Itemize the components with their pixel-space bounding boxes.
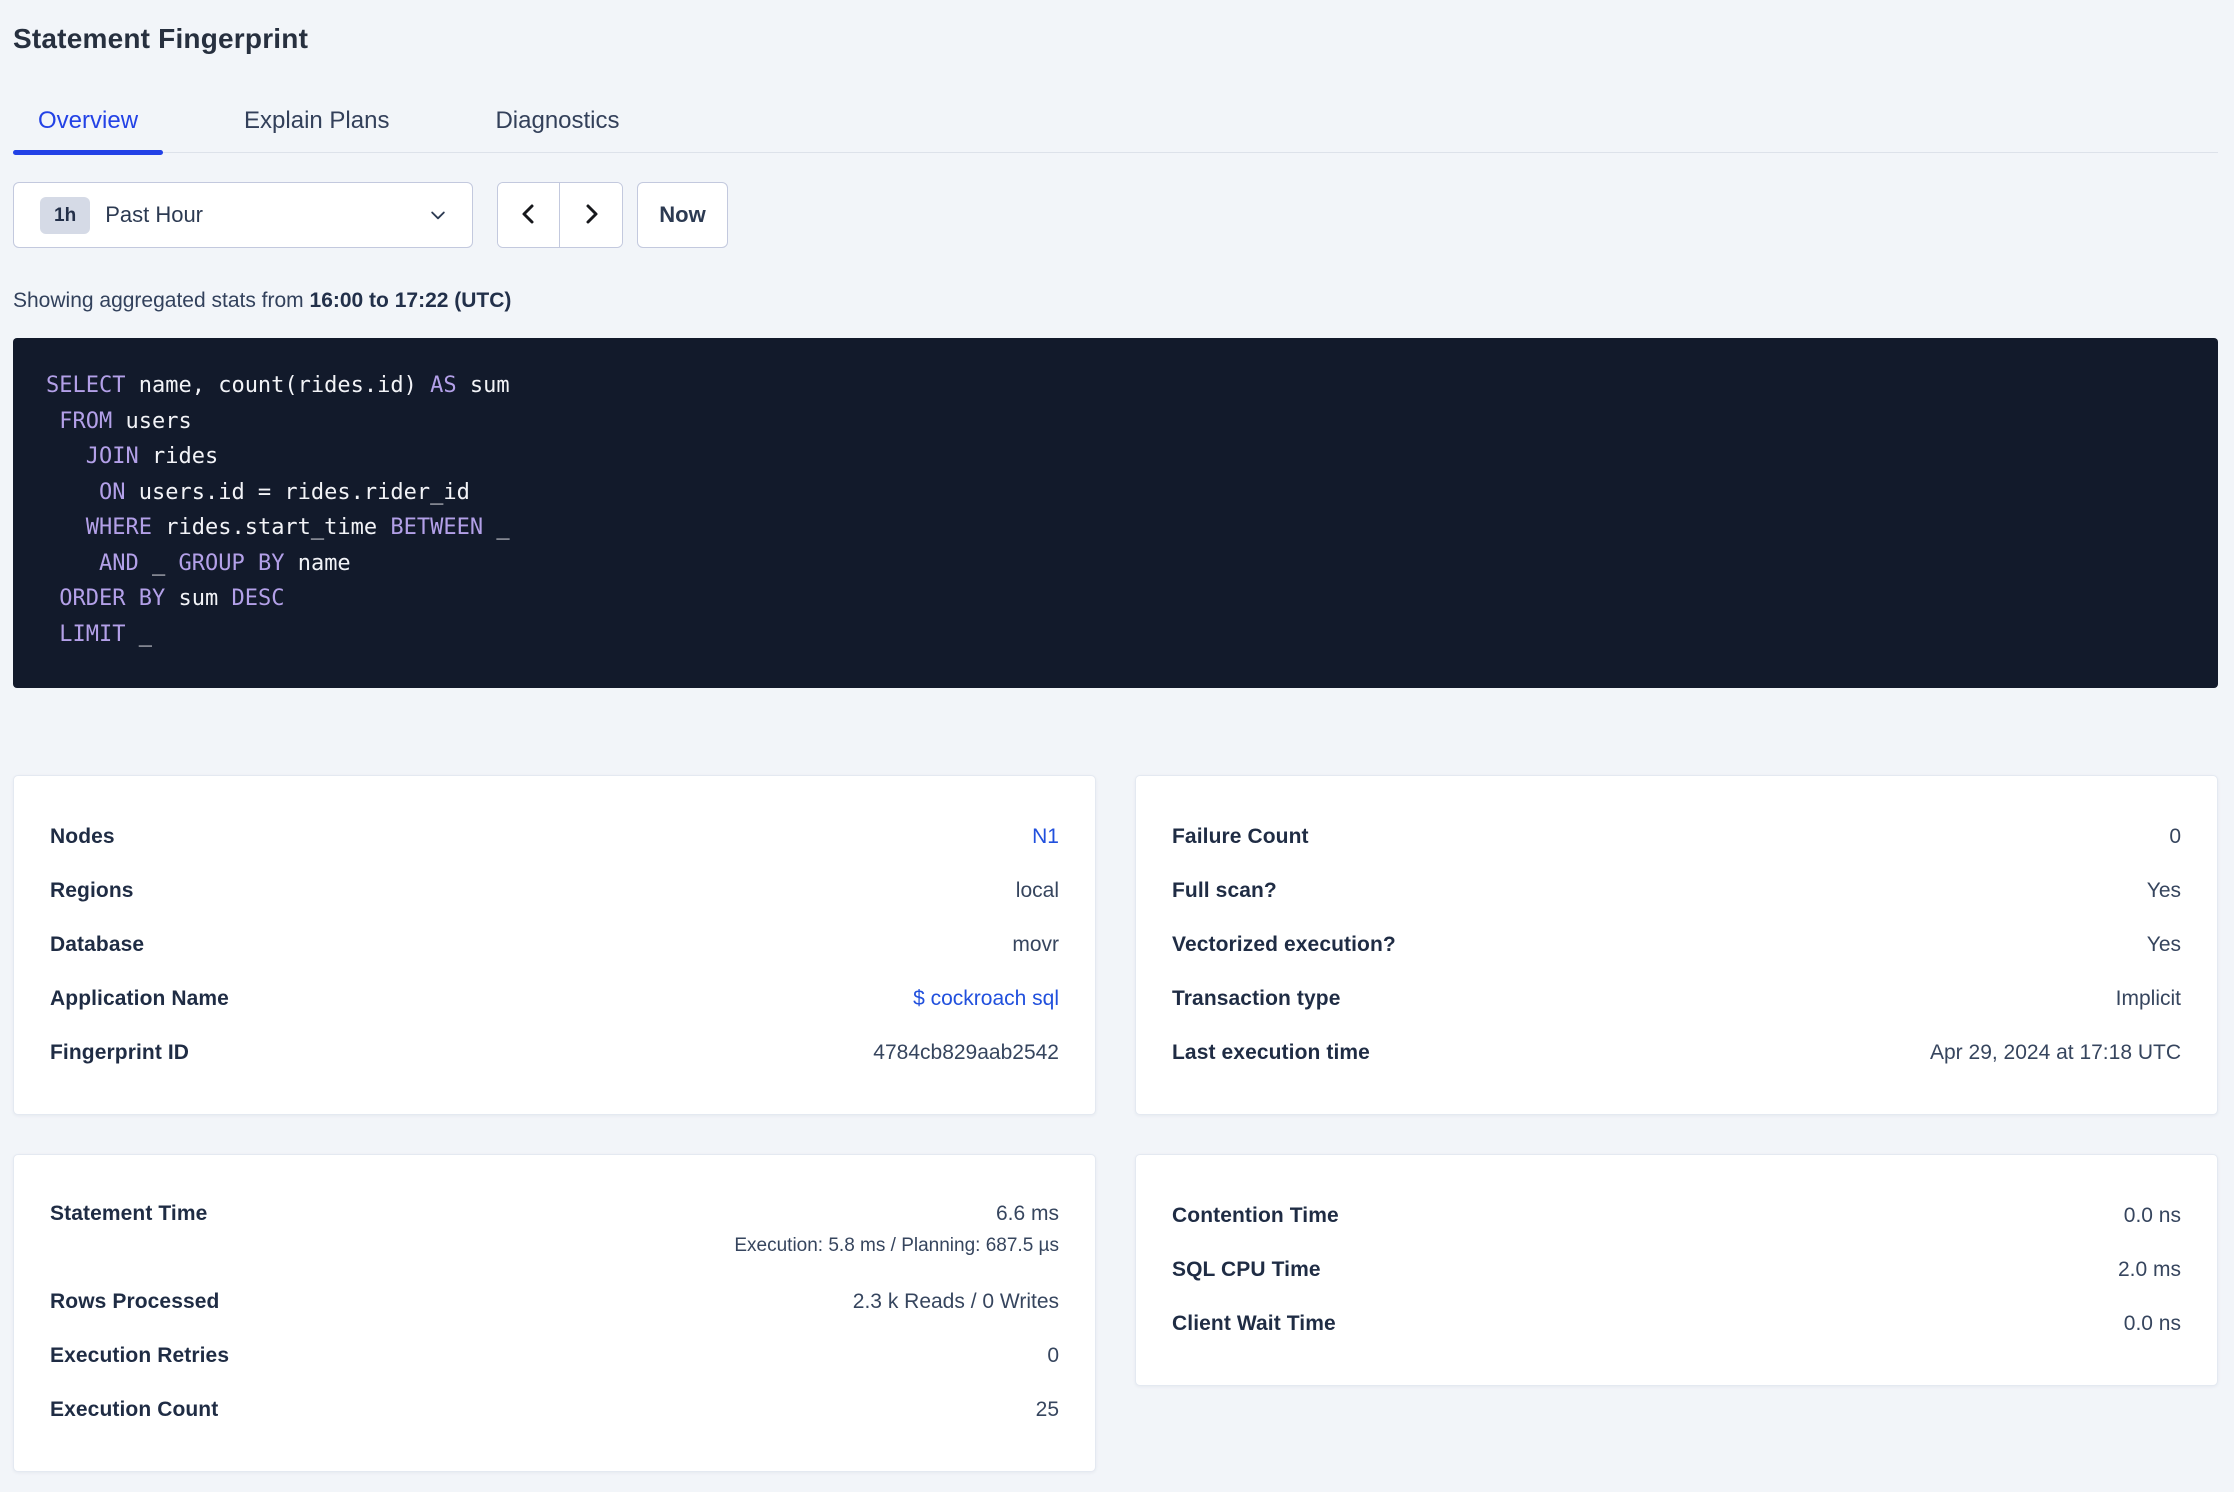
row-label: Nodes	[50, 825, 115, 848]
detail-row-statement-time: Statement Time 6.6 ms Execution: 5.8 ms …	[50, 1189, 1059, 1275]
execution-attributes-card: Failure Count 0 Full scan? Yes Vectorize…	[1135, 775, 2218, 1115]
row-value: Apr 29, 2024 at 17:18 UTC	[1930, 1041, 2181, 1064]
statement-fingerprint-page: Statement Fingerprint Overview Explain P…	[0, 0, 2234, 1492]
row-value: 0	[2169, 825, 2181, 848]
chevron-right-icon	[579, 202, 603, 229]
row-value: 25	[1035, 1398, 1059, 1421]
tab-diagnostics[interactable]: Diagnostics	[470, 96, 644, 152]
time-range-label: Past Hour	[105, 202, 204, 227]
statement-time-values: 6.6 ms Execution: 5.8 ms / Planning: 687…	[734, 1202, 1059, 1257]
nodes-link[interactable]: N1	[1032, 825, 1059, 849]
detail-row-failure-count: Failure Count 0	[1172, 810, 2181, 864]
row-value: movr	[1012, 933, 1059, 956]
row-value: 2.3 k Reads / 0 Writes	[852, 1290, 1059, 1313]
row-label: Regions	[50, 879, 134, 902]
row-label: Last execution time	[1172, 1041, 1370, 1064]
row-value: 4784cb829aab2542	[873, 1041, 1059, 1064]
statement-details-card: Nodes N1 Regions local Database movr App…	[13, 775, 1096, 1115]
time-controls: 1h Past Hour Now	[13, 182, 2218, 248]
statement-timing-card: Statement Time 6.6 ms Execution: 5.8 ms …	[13, 1154, 1096, 1472]
detail-row-application-name: Application Name $ cockroach sql	[50, 972, 1059, 1026]
row-value: Yes	[2146, 879, 2181, 902]
now-button[interactable]: Now	[637, 182, 728, 248]
detail-row-execution-retries: Execution Retries 0	[50, 1329, 1059, 1383]
aggregated-stats-prefix: Showing aggregated stats from	[13, 289, 310, 312]
row-label: Transaction type	[1172, 987, 1341, 1010]
summary-cards-grid: Nodes N1 Regions local Database movr App…	[13, 775, 2218, 1472]
detail-row-nodes: Nodes N1	[50, 810, 1059, 864]
aggregated-stats-range: 16:00 to 17:22 (UTC)	[309, 289, 512, 312]
application-name-link[interactable]: $ cockroach sql	[913, 987, 1059, 1011]
detail-row-vectorized: Vectorized execution? Yes	[1172, 918, 2181, 972]
next-time-button[interactable]	[560, 183, 622, 247]
chevron-down-icon	[428, 205, 448, 225]
page-title: Statement Fingerprint	[13, 23, 309, 54]
row-label: Rows Processed	[50, 1290, 220, 1313]
time-range-badge: 1h	[40, 196, 91, 234]
detail-row-contention-time: Contention Time 0.0 ns	[1172, 1189, 2181, 1243]
row-label: Execution Count	[50, 1398, 219, 1421]
detail-row-database: Database movr	[50, 918, 1059, 972]
row-label: Fingerprint ID	[50, 1041, 190, 1064]
detail-row-client-wait-time: Client Wait Time 0.0 ns	[1172, 1297, 2181, 1351]
row-label: Database	[50, 933, 145, 956]
sql-statement-box: SELECT name, count(rides.id) AS sum FROM…	[13, 338, 2218, 688]
prev-time-button[interactable]	[498, 183, 560, 247]
time-range-dropdown[interactable]: 1h Past Hour	[13, 182, 473, 248]
row-label: Statement Time	[50, 1202, 208, 1225]
detail-row-sql-cpu-time: SQL CPU Time 2.0 ms	[1172, 1243, 2181, 1297]
detail-row-regions: Regions local	[50, 864, 1059, 918]
row-label: Failure Count	[1172, 825, 1309, 848]
detail-row-execution-count: Execution Count 25	[50, 1383, 1059, 1437]
detail-row-last-execution-time: Last execution time Apr 29, 2024 at 17:1…	[1172, 1026, 2181, 1080]
row-label: Execution Retries	[50, 1344, 230, 1367]
tab-bar: Overview Explain Plans Diagnostics	[13, 96, 2218, 155]
detail-row-fingerprint-id: Fingerprint ID 4784cb829aab2542	[50, 1026, 1059, 1080]
resource-usage-card: Contention Time 0.0 ns SQL CPU Time 2.0 …	[1135, 1154, 2218, 1386]
row-value: 0.0 ns	[2123, 1312, 2181, 1335]
row-label: Client Wait Time	[1172, 1312, 1336, 1335]
row-value: Yes	[2146, 933, 2181, 956]
row-value: 0.0 ns	[2123, 1204, 2181, 1227]
detail-row-rows-processed: Rows Processed 2.3 k Reads / 0 Writes	[50, 1275, 1059, 1329]
row-value: local	[1015, 879, 1059, 902]
aggregated-stats-text: Showing aggregated stats from 16:00 to 1…	[13, 288, 2218, 314]
tab-explain-plans[interactable]: Explain Plans	[219, 96, 414, 152]
row-value: Implicit	[2115, 987, 2181, 1010]
tab-overview[interactable]: Overview	[13, 96, 164, 155]
chevron-left-icon	[517, 202, 541, 229]
row-value: 0	[1047, 1344, 1059, 1367]
row-label: Vectorized execution?	[1172, 933, 1396, 956]
detail-row-transaction-type: Transaction type Implicit	[1172, 972, 2181, 1026]
row-label: SQL CPU Time	[1172, 1258, 1321, 1281]
row-label: Contention Time	[1172, 1204, 1339, 1227]
time-step-button-group	[497, 182, 623, 248]
row-label: Application Name	[50, 987, 229, 1010]
statement-time-breakdown: Execution: 5.8 ms / Planning: 687.5 µs	[734, 1235, 1059, 1256]
row-value: 2.0 ms	[2117, 1258, 2181, 1281]
detail-row-full-scan: Full scan? Yes	[1172, 864, 2181, 918]
row-value: 6.6 ms	[995, 1202, 1059, 1225]
row-label: Full scan?	[1172, 879, 1277, 902]
